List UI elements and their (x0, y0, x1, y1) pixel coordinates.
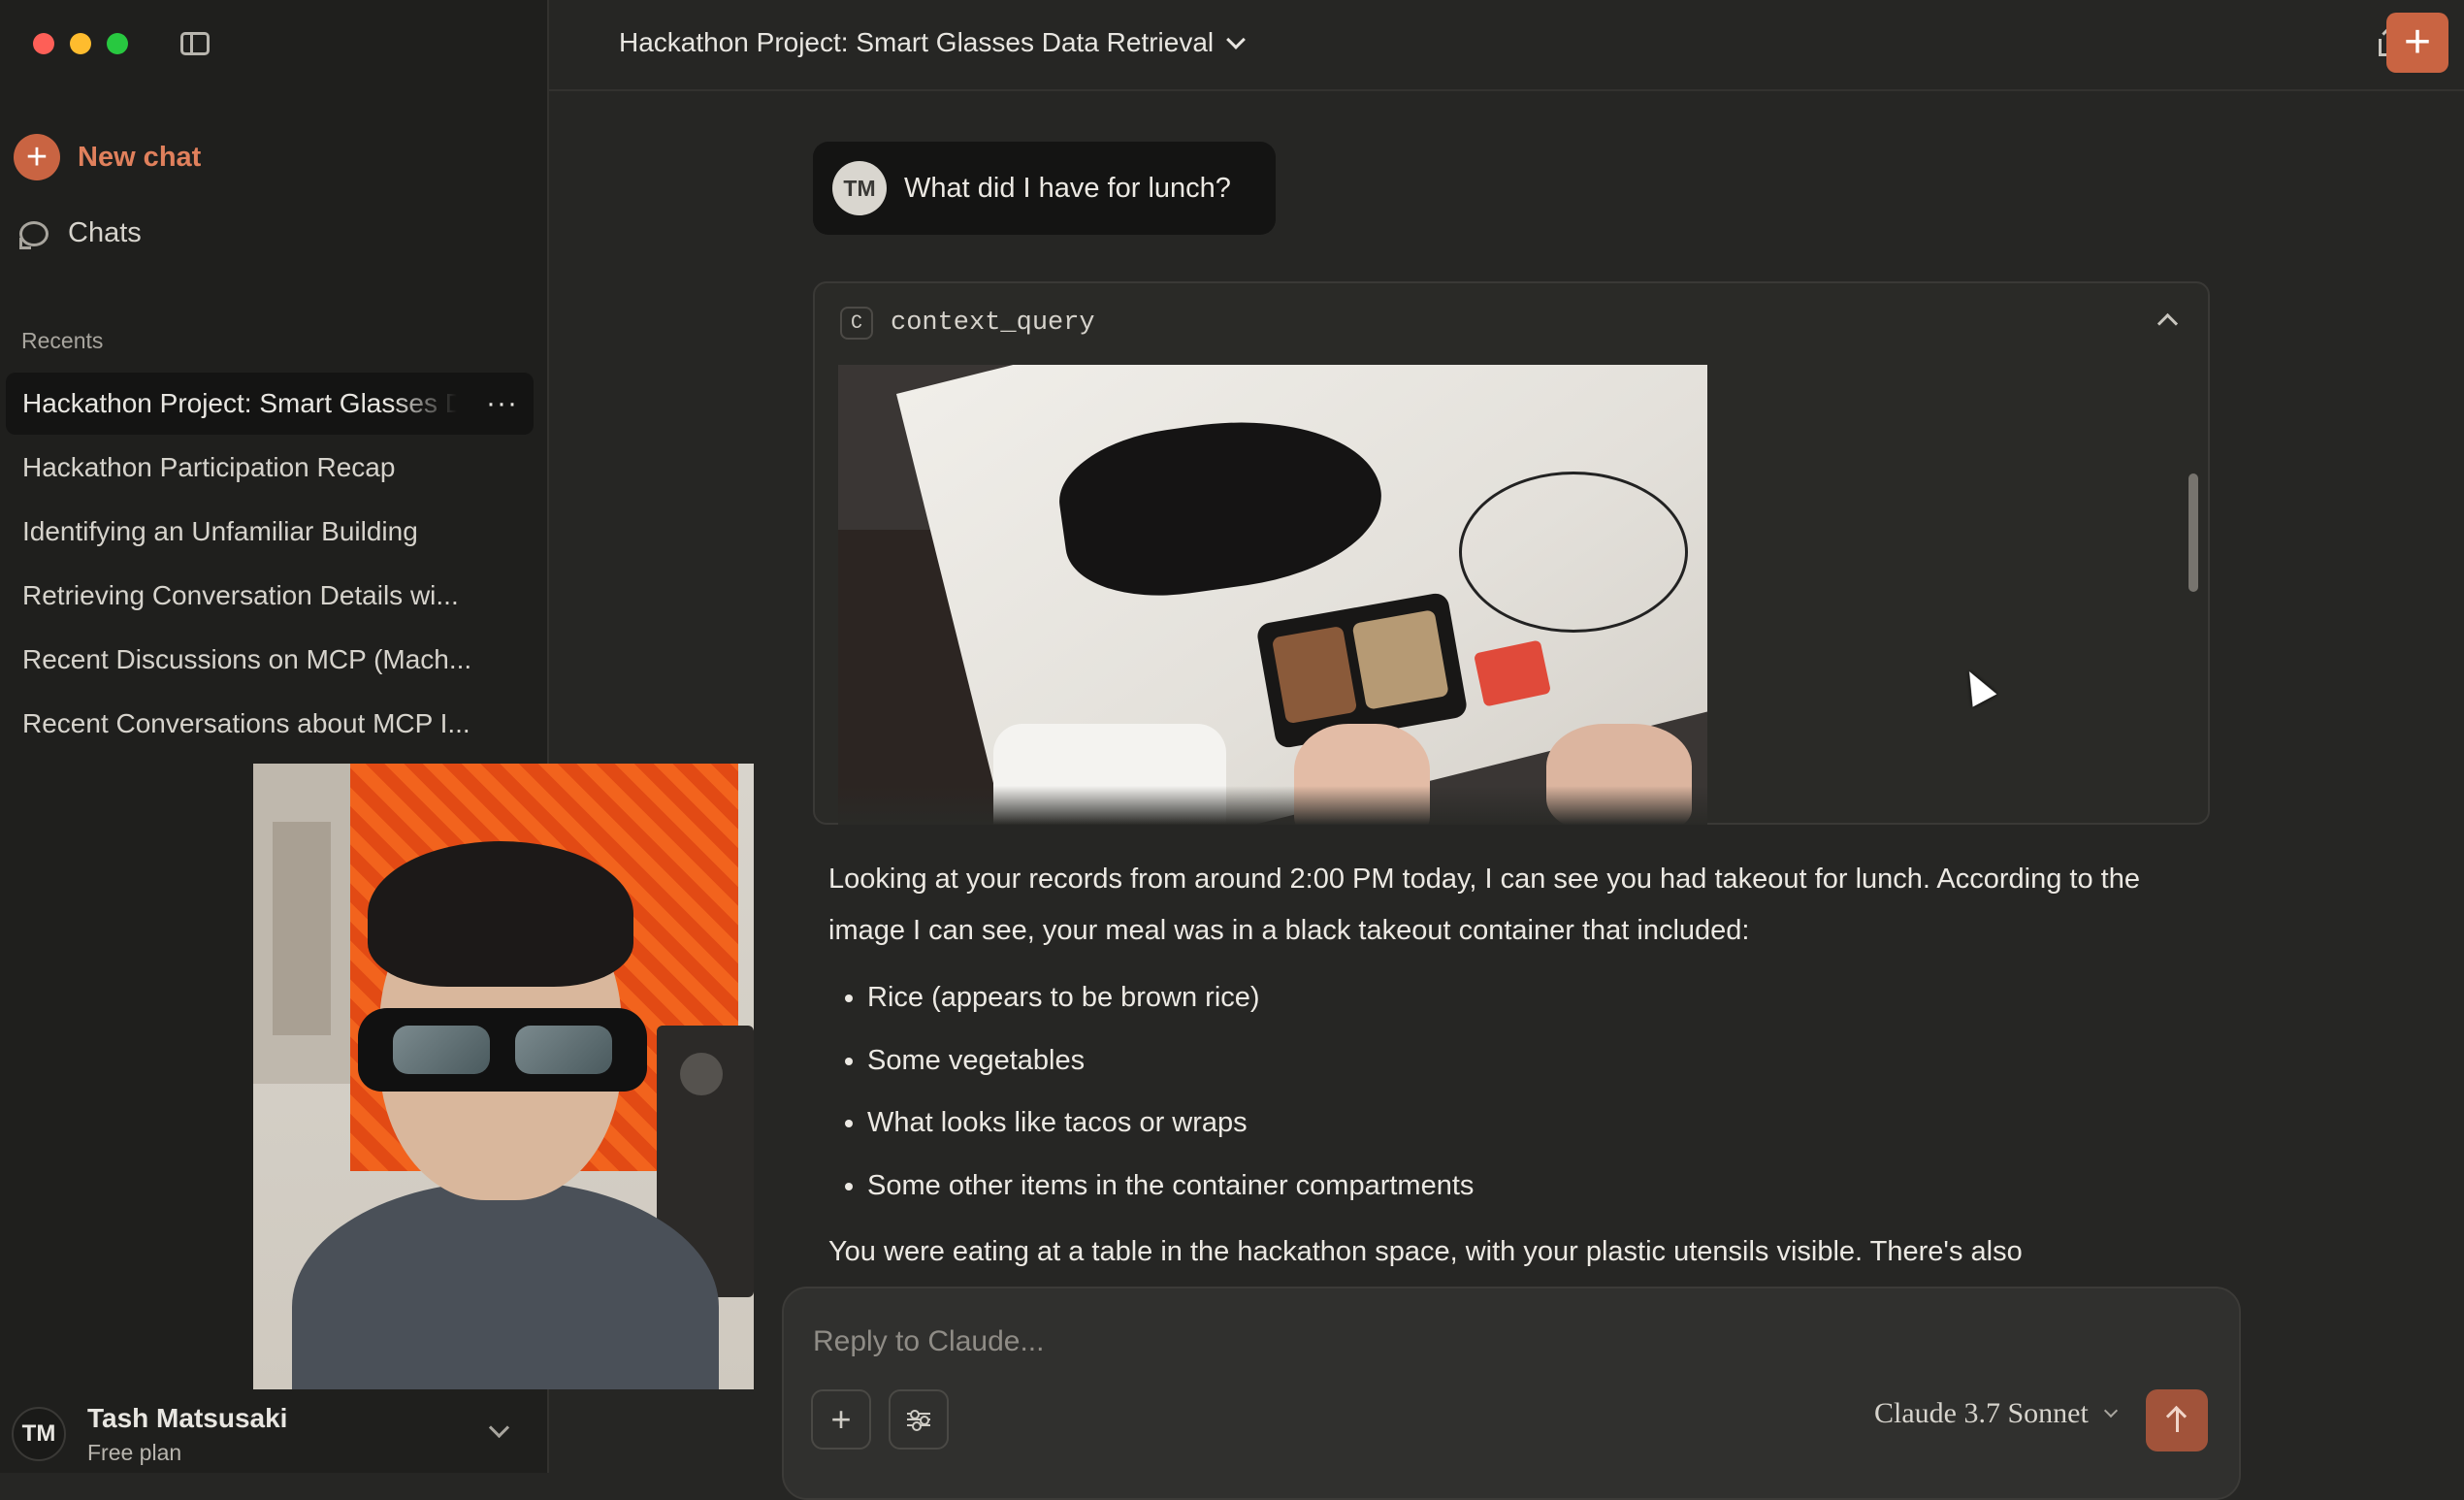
account-menu[interactable]: TM Tash Matsusaki Free plan (0, 1389, 547, 1473)
user-name: Tash Matsusaki (87, 1403, 288, 1433)
reply-paragraph: Looking at your records from around 2:00… (828, 864, 2140, 946)
sidebar-toggle-icon[interactable] (180, 32, 210, 55)
recents-heading: Recents (21, 328, 104, 353)
chevron-down-icon (2103, 1403, 2118, 1418)
composer: + Claude 3.7 Sonnet (782, 1287, 2241, 1500)
tool-header[interactable]: C context_query (840, 307, 1095, 340)
recent-chat-title: Retrieving Conversation Details wi... (22, 580, 459, 610)
more-options-icon[interactable]: ··· (486, 373, 518, 435)
model-selector[interactable]: Claude 3.7 Sonnet (1874, 1397, 2118, 1430)
recent-chat-item[interactable]: Identifying an Unfamiliar Building (6, 501, 534, 563)
recent-chat-title: Identifying an Unfamiliar Building (22, 516, 418, 546)
user-plan: Free plan (87, 1440, 182, 1465)
list-item: Some other items in the container compar… (867, 1155, 2187, 1218)
list-item: Rice (appears to be brown rice) (867, 966, 2187, 1029)
user-message-text: What did I have for lunch? (904, 172, 1231, 204)
tool-result-card: C context_query (813, 281, 2210, 825)
scrollbar[interactable] (2188, 473, 2198, 592)
top-bar: Hackathon Project: Smart Glasses Data Re… (549, 0, 2464, 91)
tool-badge: C (840, 307, 873, 340)
user-avatar: TM (12, 1407, 66, 1461)
recent-chat-item[interactable]: Recent Discussions on MCP (Mach... (6, 629, 534, 691)
plus-icon: + (14, 134, 60, 180)
lunch-photo (838, 365, 1707, 825)
tool-name: context_query (891, 309, 1095, 338)
recent-chat-item[interactable]: Recent Conversations about MCP I... (6, 693, 534, 755)
chevron-down-icon (1226, 30, 1247, 49)
reply-input[interactable] (811, 1320, 1979, 1364)
reply-paragraph: You were eating at a table in the hackat… (828, 1236, 2023, 1267)
send-button[interactable] (2146, 1389, 2208, 1451)
recent-chat-title: Hackathon Participation Recap (22, 452, 396, 482)
recent-chat-item[interactable]: Retrieving Conversation Details wi... (6, 565, 534, 627)
chevron-down-icon (488, 1417, 510, 1439)
recent-chat-item[interactable]: Hackathon Participation Recap (6, 437, 534, 499)
arrow-up-icon (2175, 1409, 2179, 1432)
chats-link[interactable]: Chats (19, 217, 142, 249)
user-message: TM What did I have for lunch? (813, 142, 1276, 235)
model-name: Claude 3.7 Sonnet (1874, 1397, 2089, 1429)
maximize-window-button[interactable] (107, 33, 128, 54)
main-panel: Hackathon Project: Smart Glasses Data Re… (549, 0, 2464, 1500)
new-chat-button[interactable]: + New chat (14, 134, 201, 180)
conversation-title: Hackathon Project: Smart Glasses Data Re… (619, 27, 1215, 57)
new-chat-plus-button[interactable]: + (2386, 13, 2448, 73)
webcam-overlay (253, 764, 754, 1389)
list-item: What looks like tacos or wraps (867, 1092, 2187, 1155)
sliders-icon (907, 1410, 930, 1431)
recent-chat-title: Hackathon Project: Smart Glasses Data Re… (22, 388, 457, 418)
chat-bubble-icon (19, 220, 49, 249)
attach-button[interactable]: + (811, 1389, 871, 1450)
chats-label: Chats (68, 217, 142, 248)
new-chat-label: New chat (78, 141, 202, 173)
recent-chat-title: Recent Discussions on MCP (Mach... (22, 644, 472, 674)
window-controls (33, 33, 128, 54)
recent-chats-list: Hackathon Project: Smart Glasses Data Re… (6, 373, 534, 757)
user-avatar: TM (832, 161, 887, 215)
assistant-reply: Looking at your records from around 2:00… (828, 854, 2187, 1278)
conversation-title-menu[interactable]: Hackathon Project: Smart Glasses Data Re… (619, 27, 1247, 58)
chevron-up-icon[interactable] (2156, 312, 2179, 335)
minimize-window-button[interactable] (70, 33, 91, 54)
list-item: Some vegetables (867, 1029, 2187, 1092)
close-window-button[interactable] (33, 33, 54, 54)
recent-chat-item-active[interactable]: Hackathon Project: Smart Glasses Data Re… (6, 373, 534, 435)
settings-sliders-button[interactable] (889, 1389, 949, 1450)
reply-list: Rice (appears to be brown rice) Some veg… (828, 966, 2187, 1217)
recent-chat-title: Recent Conversations about MCP I... (22, 708, 470, 738)
